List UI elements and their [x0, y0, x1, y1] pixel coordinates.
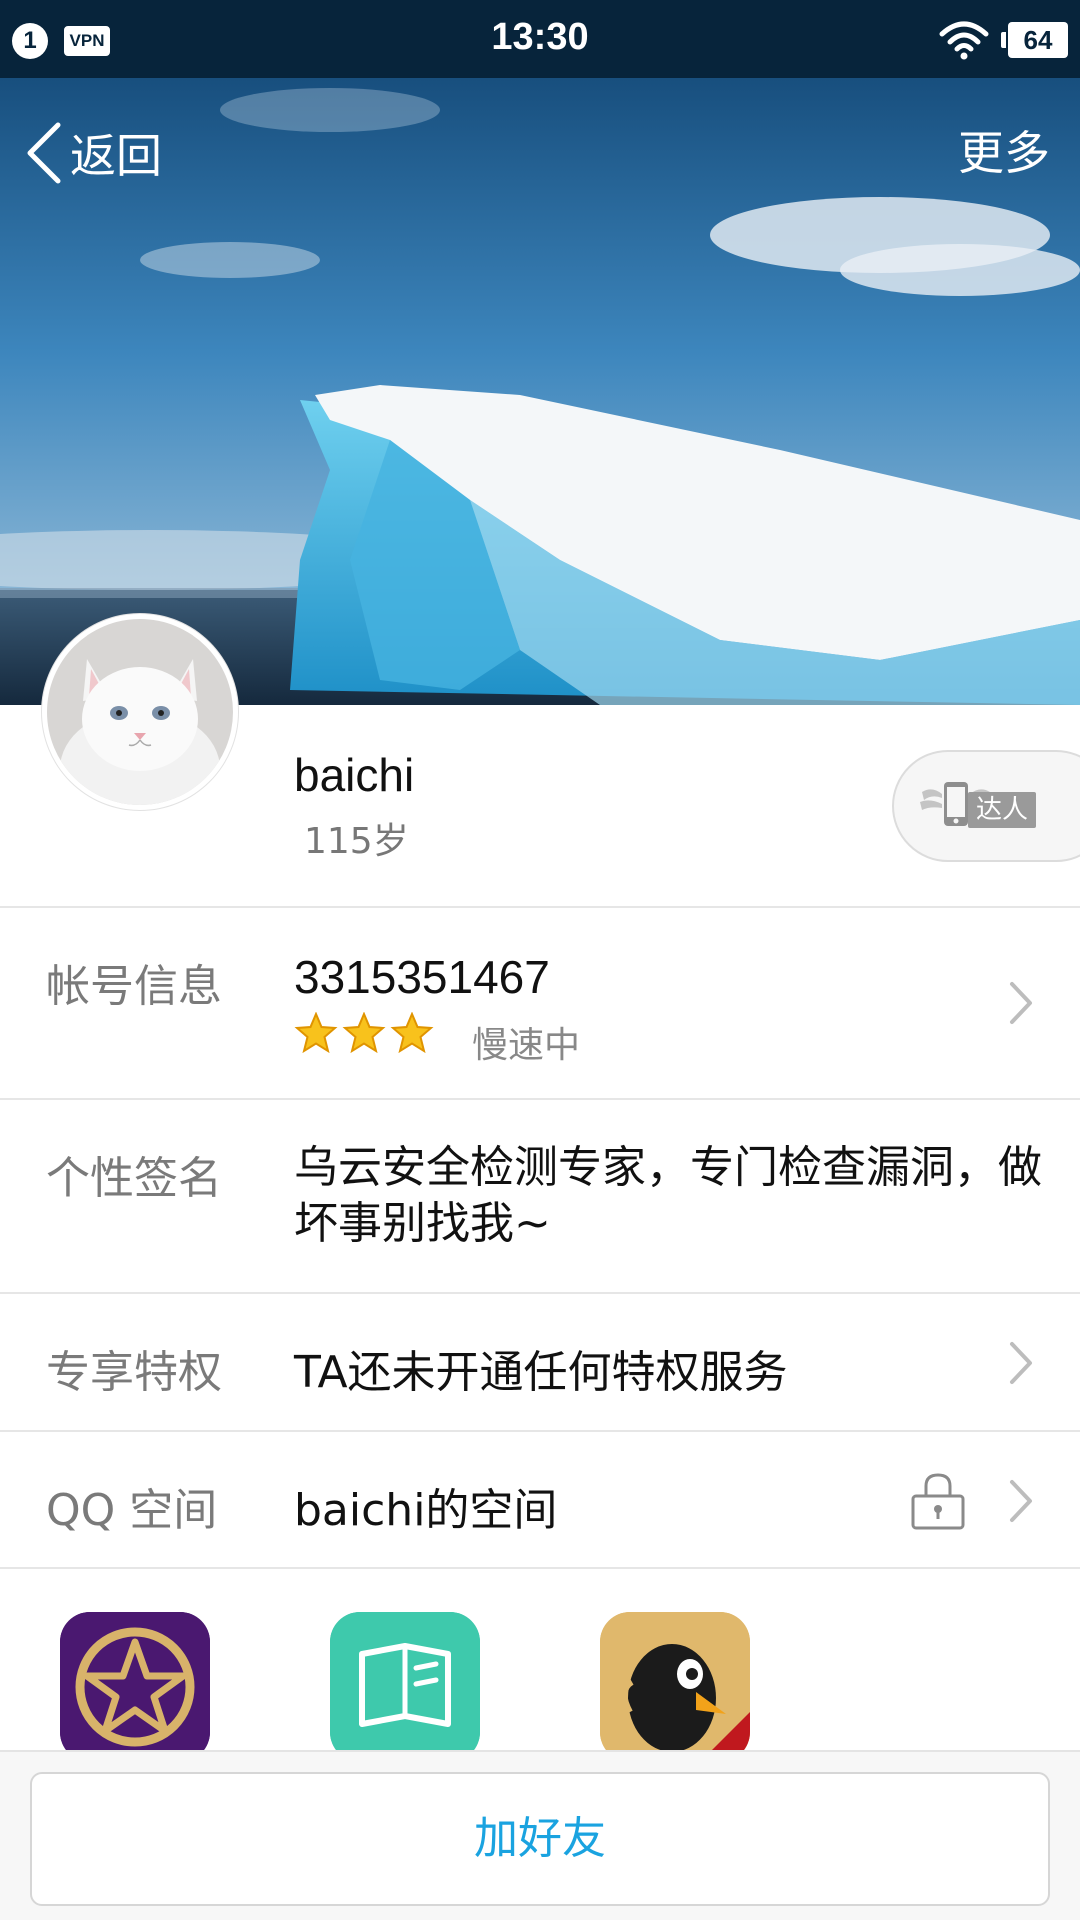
signature-label: 个性签名 [46, 1153, 222, 1204]
qzone-text: baichi的空间 [294, 1485, 558, 1536]
privilege-label: 专享特权 [46, 1347, 222, 1398]
signature-text: 乌云安全检测专家，专门检查漏洞，做坏事别找我~ [294, 1142, 1042, 1249]
star-icon [342, 1012, 386, 1054]
level-status: 慢速中 [472, 1025, 581, 1066]
lock-icon [911, 1473, 965, 1530]
back-button[interactable]: 返回 [24, 118, 162, 188]
status-bar: 1 VPN 13:30 64 [0, 0, 1080, 78]
talent-label: 达人 [968, 792, 1037, 828]
chevron-left-icon [27, 122, 61, 184]
avatar[interactable] [42, 614, 238, 810]
chevron-right-icon [1010, 1480, 1032, 1522]
clock: 13:30 [491, 16, 589, 58]
account-info-label: 帐号信息 [46, 961, 222, 1012]
app-penguin-music[interactable] [600, 1612, 750, 1762]
star-icon [294, 1012, 338, 1054]
back-label: 返回 [70, 129, 162, 183]
chevron-right-icon [1010, 982, 1032, 1024]
divider [0, 1292, 1080, 1294]
book-icon [330, 1612, 480, 1762]
nickname: baichi [294, 749, 415, 801]
privilege-text: TA还未开通任何特权服务 [294, 1347, 788, 1398]
more-button[interactable]: 更多 [958, 118, 1050, 188]
wifi-icon [939, 21, 989, 60]
battery-icon: 64 [1001, 22, 1068, 58]
bottom-bar: 加好友 [0, 1750, 1080, 1920]
cat-avatar-image [47, 619, 233, 805]
penguin-music-icon [600, 1612, 750, 1762]
level-stars [294, 1012, 434, 1054]
divider [0, 1567, 1080, 1569]
divider [0, 906, 1080, 908]
chevron-right-icon [1010, 1342, 1032, 1384]
qq-number: 3315351467 [294, 951, 550, 1003]
star-game-icon [60, 1612, 210, 1762]
cover-image[interactable] [0, 0, 1080, 705]
talent-badge[interactable]: 达人 [892, 750, 1080, 862]
divider [0, 1430, 1080, 1432]
star-icon [390, 1012, 434, 1054]
add-friend-button[interactable]: 加好友 [30, 1772, 1050, 1906]
notification-badge: 1 [12, 23, 48, 59]
qzone-label: QQ 空间 [46, 1485, 218, 1536]
iceberg-illustration [0, 0, 1080, 705]
app-star-game[interactable] [60, 1612, 210, 1762]
app-reader[interactable] [330, 1612, 480, 1762]
divider [0, 1098, 1080, 1100]
vpn-icon: VPN [64, 26, 110, 56]
age: 115岁 [304, 821, 409, 862]
